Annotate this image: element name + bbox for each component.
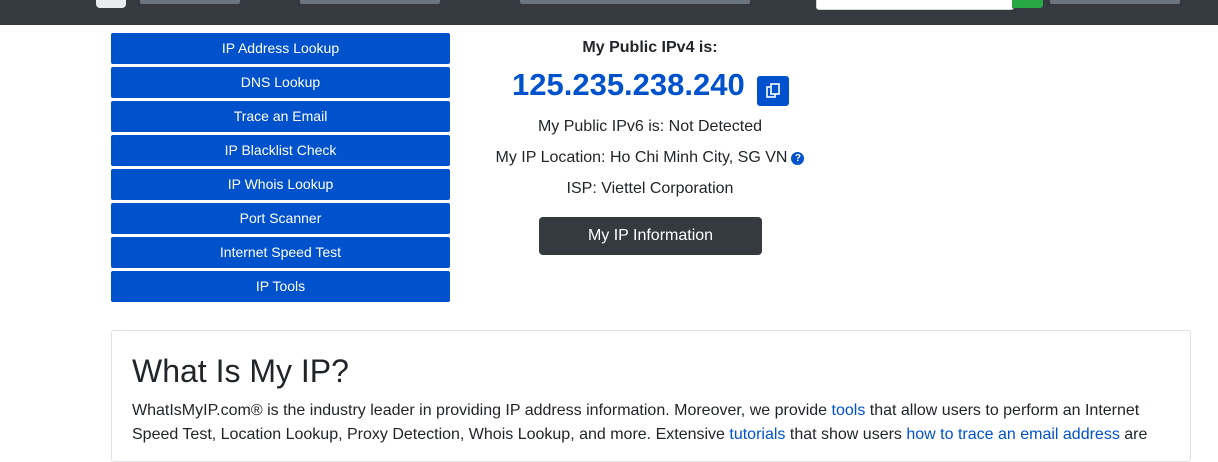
search-button[interactable] <box>1012 0 1043 8</box>
copy-ip-button[interactable] <box>757 76 789 106</box>
ip-info-panel: My Public IPv4 is: 125.235.238.240 My Pu… <box>470 36 830 255</box>
sign-in-link[interactable] <box>1050 0 1180 4</box>
tool-ip-address-lookup-button[interactable]: IP Address Lookup <box>111 33 450 64</box>
question-circle-icon[interactable]: ? <box>791 152 805 165</box>
article-paragraph: WhatIsMyIP.com® is the industry leader i… <box>132 399 1162 447</box>
tool-dns-lookup-button[interactable]: DNS Lookup <box>111 67 450 98</box>
isp-line: ISP: Viettel Corporation <box>566 180 734 197</box>
my-ip-information-button[interactable]: My IP Information <box>539 217 762 255</box>
nav-link-cutoff[interactable] <box>300 0 440 4</box>
nav-link-cutoff[interactable] <box>520 0 750 4</box>
tools-sidebar: IP Address Lookup DNS Lookup Trace an Em… <box>111 33 450 305</box>
tutorials-link[interactable]: tutorials <box>729 426 785 443</box>
article-text: WhatIsMyIP.com® is the industry leader i… <box>132 402 832 419</box>
top-navbar <box>0 0 1218 25</box>
tool-ip-blacklist-check-button[interactable]: IP Blacklist Check <box>111 135 450 166</box>
copy-icon <box>766 83 780 98</box>
tool-port-scanner-button[interactable]: Port Scanner <box>111 203 450 234</box>
ipv4-address: 125.235.238.240 <box>512 67 745 102</box>
trace-email-link[interactable]: how to trace an email address <box>906 426 1119 443</box>
tool-ip-tools-button[interactable]: IP Tools <box>111 271 450 302</box>
site-logo[interactable] <box>96 0 126 8</box>
tool-ip-whois-lookup-button[interactable]: IP Whois Lookup <box>111 169 450 200</box>
tools-link[interactable]: tools <box>832 402 866 419</box>
article-card: What Is My IP? WhatIsMyIP.com® is the in… <box>111 330 1191 462</box>
article-heading: What Is My IP? <box>132 353 349 389</box>
article-text: that show users <box>785 426 907 443</box>
ip-location: My IP Location: Ho Chi Minh City, SG VN? <box>470 148 830 168</box>
tool-trace-email-button[interactable]: Trace an Email <box>111 101 450 132</box>
ipv6-status: My Public IPv6 is: Not Detected <box>537 118 763 135</box>
search-input[interactable] <box>816 0 1014 10</box>
ipv4-heading: My Public IPv4 is: <box>582 39 718 56</box>
nav-link-cutoff[interactable] <box>140 0 240 4</box>
article-text: are <box>1119 426 1148 443</box>
tool-internet-speed-test-button[interactable]: Internet Speed Test <box>111 237 450 268</box>
ip-location-text: My IP Location: Ho Chi Minh City, SG VN <box>495 149 788 166</box>
